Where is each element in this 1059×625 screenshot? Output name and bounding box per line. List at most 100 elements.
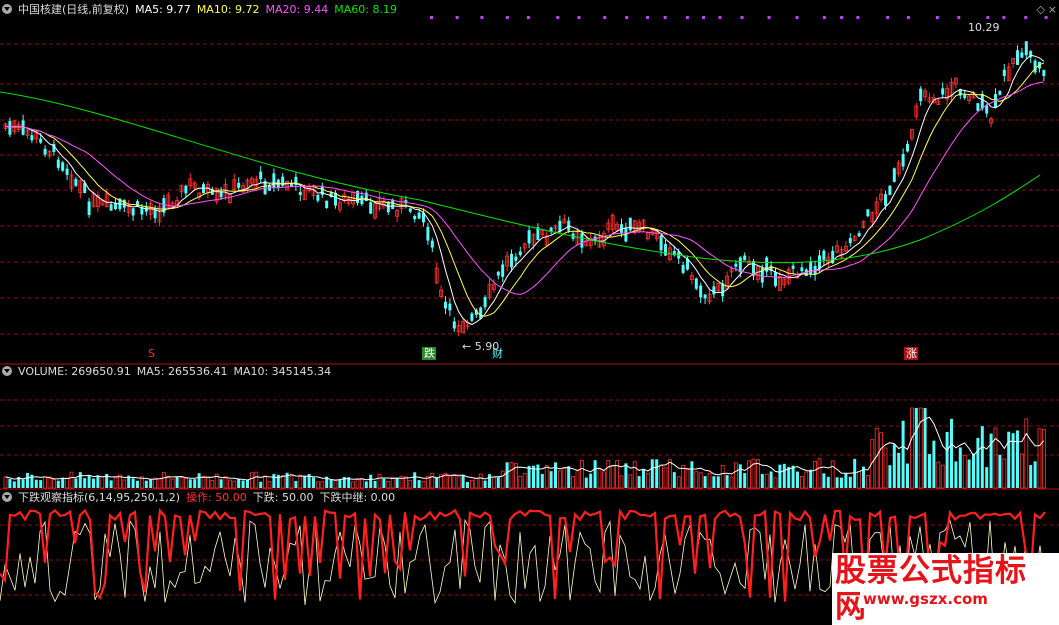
candle-body <box>369 202 373 214</box>
candle-body <box>43 148 47 155</box>
candle-body <box>527 230 531 244</box>
volume-bar <box>624 463 628 488</box>
volume-bar <box>972 453 975 488</box>
candle-body <box>452 321 456 329</box>
volume-bar <box>840 477 843 488</box>
close-icon[interactable]: × <box>1048 3 1057 16</box>
volume-bar <box>769 471 773 488</box>
volume-bar <box>967 459 971 488</box>
volume-bar <box>540 473 544 488</box>
candle-body <box>980 93 984 109</box>
volume-bar <box>787 466 791 488</box>
volume-panel-header: VOLUME: 269650.91 MA5: 265536.41 MA10: 345… <box>2 364 337 380</box>
candle-body <box>659 235 663 251</box>
volume-bar <box>778 464 782 488</box>
signal-dot <box>840 16 844 19</box>
diamond-icon[interactable]: ◇ <box>1037 3 1045 16</box>
candle-body <box>510 253 513 268</box>
volume-bar <box>527 465 531 488</box>
candle-body <box>809 261 813 275</box>
candle-body <box>430 240 434 248</box>
candle-body <box>426 226 430 241</box>
stock-name: 中国核建(日线,前复权) <box>18 3 130 16</box>
volume-bar <box>743 473 747 488</box>
volume-bar <box>78 472 82 488</box>
candle-body <box>866 209 870 217</box>
candle-body <box>985 105 989 114</box>
signal-dot <box>740 16 744 19</box>
candle-body <box>483 297 487 308</box>
volume-bar <box>848 476 852 488</box>
volume-bar <box>888 465 892 488</box>
signal-dot <box>795 16 799 19</box>
volume-bar <box>980 426 984 488</box>
dropdown-toggle-icon[interactable] <box>2 4 12 14</box>
candle-body <box>87 201 91 216</box>
candle-body <box>30 135 34 141</box>
candle-body <box>906 143 909 152</box>
volume-bar <box>413 472 417 488</box>
candle-body <box>664 244 667 256</box>
volume-bar <box>56 480 60 488</box>
volume-bar <box>672 472 676 488</box>
volume-bar <box>725 475 729 488</box>
volume-bar <box>483 480 487 488</box>
volume-bar <box>822 473 826 488</box>
volume-bar <box>26 472 29 488</box>
signal-dot <box>505 16 509 19</box>
candle-body <box>8 121 12 135</box>
volume-bar <box>950 418 953 488</box>
ma60-value: MA60: 8.19 <box>334 3 397 16</box>
candle-body <box>822 250 826 260</box>
candle-body <box>408 208 412 212</box>
signal-dot <box>767 16 771 19</box>
price-low-label: ← 5.90 <box>462 340 499 353</box>
volume-bar <box>1007 431 1011 488</box>
signal-dot <box>886 16 890 19</box>
volume-ma10: MA10: 345145.34 <box>233 365 332 378</box>
volume-value: VOLUME: 269650.91 <box>18 365 131 378</box>
volume-bar <box>417 480 421 488</box>
volume-bar <box>369 474 373 488</box>
candle-body <box>791 265 795 269</box>
volume-bar <box>61 477 65 488</box>
volume-bar <box>92 478 95 488</box>
candle-body <box>712 286 716 295</box>
candle-body <box>444 301 447 309</box>
candle-body <box>1020 52 1024 58</box>
signal-dot <box>526 16 530 19</box>
volume-bar <box>8 478 12 488</box>
volume-bar <box>901 420 905 488</box>
volume-bar <box>21 479 25 488</box>
candle-body <box>892 168 896 182</box>
volume-bar <box>892 444 896 488</box>
watermark-title: 股票公式指标网 <box>832 553 1059 625</box>
volume-bar <box>945 432 949 488</box>
candle-body <box>61 162 65 171</box>
candle-body <box>1042 69 1046 77</box>
volume-bar <box>395 478 399 488</box>
candle-body <box>694 278 698 289</box>
candle-body <box>184 185 188 194</box>
dropdown-toggle-icon[interactable] <box>2 492 12 502</box>
volume-bar <box>338 479 342 488</box>
dropdown-toggle-icon[interactable] <box>2 366 12 376</box>
candle-body <box>774 272 777 286</box>
candle-body <box>272 173 276 189</box>
candle-body <box>919 88 923 101</box>
volume-bar <box>364 481 368 488</box>
volume-bar <box>34 479 38 488</box>
volume-bar <box>259 481 263 488</box>
signal-dot <box>702 16 706 19</box>
signal-dot <box>906 16 910 19</box>
signal-dot <box>625 16 629 19</box>
signal-dot <box>685 16 689 19</box>
volume-bar <box>536 464 540 488</box>
candle-body <box>743 255 747 261</box>
volume-bar <box>914 408 918 488</box>
volume-bar <box>1033 461 1037 488</box>
candle-body <box>888 185 892 195</box>
candle-body <box>496 271 500 276</box>
signal-dot <box>556 16 560 19</box>
volume-bar <box>237 478 241 488</box>
